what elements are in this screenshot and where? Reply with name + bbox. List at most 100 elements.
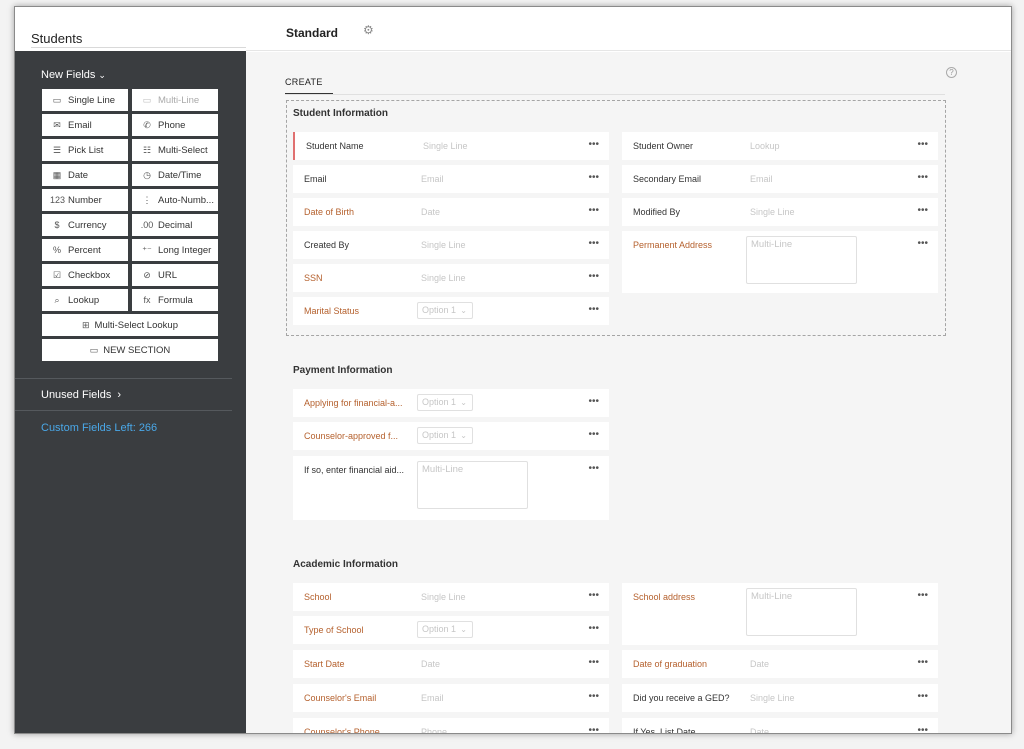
more-options-icon[interactable]: ••• [588,238,599,249]
field-type-checkbox-icon: ☑ [52,269,62,280]
more-options-icon[interactable]: ••• [588,172,599,183]
layout-field-secondary-email[interactable]: Secondary Email Email ••• [622,165,938,193]
field-dropdown-preview: Option 1 ⌄ [417,621,473,638]
section-title-academic[interactable]: Academic Information [293,559,398,570]
field-type-placeholder: Date [421,207,441,217]
layout-field-counselor-s-phone[interactable]: Counselor's Phone Phone ••• [293,718,609,733]
more-options-icon[interactable]: ••• [588,463,599,474]
unused-fields-label: Unused Fields [41,389,112,401]
field-type-label: Number [68,194,102,206]
field-type-date-time-icon: ◷ [143,169,151,180]
field-type-formula-button[interactable]: fx Formula [132,289,218,311]
more-options-icon[interactable]: ••• [588,396,599,407]
field-type-url-button[interactable]: ⊘ URL [132,264,218,286]
layout-field-created-by[interactable]: Created By Single Line ••• [293,231,609,259]
layout-field-student-name[interactable]: Student Name Single Line ••• [293,132,609,160]
field-type-multi-line-button[interactable]: ▭ Multi-Line [132,89,218,111]
field-type-label: Formula [158,294,193,306]
field-label: SSN [304,273,323,283]
layout-field-ssn[interactable]: SSN Single Line ••• [293,264,609,292]
layout-field-date-of-birth[interactable]: Date of Birth Date ••• [293,198,609,226]
field-type-multi-select-button[interactable]: ☷ Multi-Select [132,139,218,161]
help-icon[interactable]: ? [946,67,957,78]
field-type-label: Long Integer [158,244,212,256]
layout-field-school[interactable]: School Single Line ••• [293,583,609,611]
more-options-icon[interactable]: ••• [588,205,599,216]
field-type-email-icon: ✉ [53,119,61,130]
layout-field-email[interactable]: Email Email ••• [293,165,609,193]
field-type-placeholder: Date [421,659,441,669]
more-options-icon[interactable]: ••• [588,590,599,601]
chevron-down-icon: ⌄ [460,306,467,315]
more-options-icon[interactable]: ••• [588,139,599,150]
multi-select-lookup-button[interactable]: ⊞ Multi-Select Lookup [42,314,218,336]
layout-field-date-of-graduation[interactable]: Date of graduation Date ••• [622,650,938,678]
layout-field-applying-for-financial-a[interactable]: Applying for financial-a... Option 1 ⌄ ••• [293,389,609,417]
more-options-icon[interactable]: ••• [917,657,928,668]
layout-field-counselor-approved-f[interactable]: Counselor-approved f... Option 1 ⌄ ••• [293,422,609,450]
field-type-auto-numb-button[interactable]: ⋮ Auto-Numb... [132,189,218,211]
more-options-icon[interactable]: ••• [917,590,928,601]
field-label: Marital Status [304,306,360,316]
chevron-down-icon: ⌄ [460,625,467,634]
dropdown-placeholder: Option 1 [422,397,457,407]
layout-field-modified-by[interactable]: Modified By Single Line ••• [622,198,938,226]
field-type-phone-button[interactable]: ✆ Phone [132,114,218,136]
unused-fields-toggle[interactable]: Unused Fields › [41,389,121,401]
field-type-email-button[interactable]: ✉ Email [42,114,128,136]
new-section-button[interactable]: ▭ NEW SECTION [42,339,218,361]
more-options-icon[interactable]: ••• [588,429,599,440]
more-options-icon[interactable]: ••• [588,623,599,634]
field-type-checkbox-button[interactable]: ☑ Checkbox [42,264,128,286]
section-title-student[interactable]: Student Information [293,108,388,119]
more-options-icon[interactable]: ••• [917,172,928,183]
layout-field-if-so-enter-financial-aid[interactable]: If so, enter financial aid... Multi-Line •… [293,456,609,520]
field-type-lookup-button[interactable]: ⌕ Lookup [42,289,128,311]
layout-field-start-date[interactable]: Start Date Date ••• [293,650,609,678]
field-type-date-button[interactable]: ▦ Date [42,164,128,186]
layout-field-if-yes-list-date[interactable]: If Yes, List Date Date ••• [622,718,938,733]
dropdown-placeholder: Option 1 [422,430,457,440]
more-options-icon[interactable]: ••• [588,304,599,315]
more-options-icon[interactable]: ••• [917,238,928,249]
more-options-icon[interactable]: ••• [588,657,599,668]
field-type-single-line-icon: ▭ [52,94,62,105]
field-type-multi-select-icon: ☷ [142,144,152,155]
field-type-number-button[interactable]: 123 Number [42,189,128,211]
more-options-icon[interactable]: ••• [917,691,928,702]
tab-create[interactable]: CREATE [285,77,333,95]
layout-field-school-address[interactable]: School address Multi-Line ••• [622,583,938,645]
chevron-right-icon: › [117,389,122,401]
layout-field-marital-status[interactable]: Marital Status Option 1 ⌄ ••• [293,297,609,325]
field-label: Counselor-approved f... [304,431,399,441]
field-type-long-integer-button[interactable]: ⁺⁻ Long Integer [132,239,218,261]
module-title-divider [31,47,246,48]
field-dropdown-preview: Option 1 ⌄ [417,427,473,444]
more-options-icon[interactable]: ••• [917,139,928,150]
more-options-icon[interactable]: ••• [588,725,599,733]
field-type-single-line-button[interactable]: ▭ Single Line [42,89,128,111]
layout-field-permanent-address[interactable]: Permanent Address Multi-Line ••• [622,231,938,293]
new-fields-toggle[interactable]: New Fields ⌄ [41,69,106,81]
field-type-lookup-icon: ⌕ [54,294,60,305]
dropdown-placeholder: Option 1 [422,624,457,634]
field-type-decimal-button[interactable]: .00 Decimal [132,214,218,236]
layout-field-did-you-receive-a-ged[interactable]: Did you receive a GED? Single Line ••• [622,684,938,712]
more-options-icon[interactable]: ••• [917,725,928,733]
more-options-icon[interactable]: ••• [917,205,928,216]
field-type-pick-list-button[interactable]: ☰ Pick List [42,139,128,161]
more-options-icon[interactable]: ••• [588,691,599,702]
field-type-currency-button[interactable]: $ Currency [42,214,128,236]
sidebar-divider [15,410,232,411]
dropdown-placeholder: Option 1 [422,305,457,315]
section-title-payment[interactable]: Payment Information [293,365,392,376]
field-type-percent-button[interactable]: % Percent [42,239,128,261]
field-type-date-time-button[interactable]: ◷ Date/Time [132,164,218,186]
multi-select-lookup-label: Multi-Select Lookup [94,319,178,331]
gear-icon[interactable]: ⚙ [363,23,374,37]
more-options-icon[interactable]: ••• [588,271,599,282]
layout-field-type-of-school[interactable]: Type of School Option 1 ⌄ ••• [293,616,609,644]
layout-field-counselor-s-email[interactable]: Counselor's Email Email ••• [293,684,609,712]
field-type-palette: ▭ Single Line ▭ Multi-Line ✉ Email ✆ Phone ☰ Pick… [42,89,218,361]
layout-field-student-owner[interactable]: Student Owner Lookup ••• [622,132,938,160]
